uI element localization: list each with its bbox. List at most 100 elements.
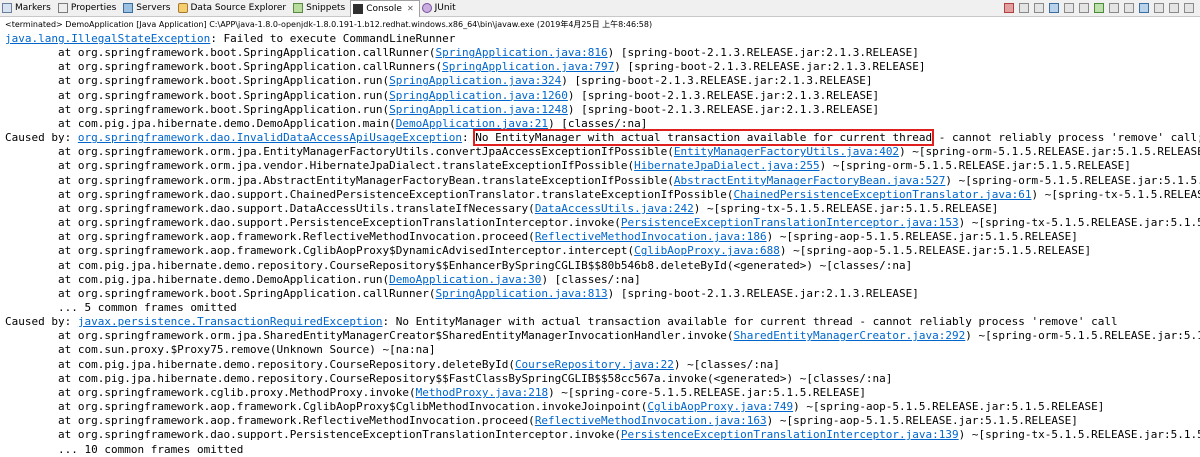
console-text: Caused by: (5, 131, 78, 145)
console-text: at org.springframework.dao.support.Persi… (5, 428, 621, 442)
show-console-on-error-icon[interactable] (1108, 3, 1119, 13)
console-text: at org.springframework.dao.support.Persi… (5, 216, 621, 230)
maximize-icon[interactable] (1183, 3, 1194, 13)
source-link[interactable]: SpringApplication.java:1260 (389, 89, 568, 102)
console-text: at org.springframework.orm.jpa.AbstractE… (5, 173, 674, 187)
console-text: ) [spring-boot-2.1.3.RELEASE.jar:2.1.3.R… (614, 60, 926, 74)
console-text: ) [spring-boot-2.1.3.RELEASE.jar:2.1.3.R… (567, 102, 880, 116)
console-line: at org.springframework.boot.SpringApplic… (0, 103, 1200, 117)
source-link[interactable]: HibernateJpaDialect.java:255 (634, 159, 819, 172)
console-line: at com.pig.jpa.hibernate.demo.DemoApplic… (0, 273, 1200, 287)
console-icon (353, 3, 364, 14)
console-text: ) ~[spring-tx-5.1.5.RELEASE.jar:5.1.5.RE… (693, 201, 999, 215)
highlighted-message: No EntityManager with actual transaction… (473, 129, 935, 147)
source-link[interactable]: ChainedPersistenceExceptionTranslator.ja… (733, 188, 1031, 201)
console-line: at org.springframework.boot.SpringApplic… (0, 46, 1200, 60)
console-line: Caused by: javax.persistence.Transaction… (0, 315, 1200, 329)
remove-launch-icon[interactable] (1018, 3, 1029, 13)
remove-all-terminated-icon[interactable] (1033, 3, 1044, 13)
source-link[interactable]: CglibAopProxy.java:688 (634, 244, 780, 257)
console-text: at org.springframework.aop.framework.Cgl… (5, 244, 635, 258)
minimize-icon[interactable] (1168, 3, 1179, 13)
console-text: at org.springframework.boot.SpringApplic… (5, 88, 390, 102)
properties-icon (57, 3, 68, 13)
console-text: ) ~[spring-orm-5.1.5.RELEASE.jar:5.1.5.R… (899, 145, 1200, 159)
console-text: ) ~[spring-aop-5.1.5.RELEASE.jar:5.1.5.R… (766, 230, 1078, 244)
data-source-explorer-icon (177, 3, 188, 13)
console-text: at com.pig.jpa.hibernate.demo.DemoApplic… (5, 272, 390, 286)
console-line: at com.pig.jpa.hibernate.demo.repository… (0, 259, 1200, 273)
source-link[interactable]: EntityManagerFactoryUtils.java:402 (674, 145, 899, 158)
source-link[interactable]: SpringApplication.java:813 (435, 287, 607, 300)
console-line: Caused by: org.springframework.dao.Inval… (0, 129, 1200, 147)
source-link[interactable]: MethodProxy.java:218 (416, 386, 548, 399)
console-text: Caused by: (5, 315, 78, 329)
tab-properties[interactable]: Properties (56, 0, 121, 16)
console-text: at org.springframework.orm.jpa.SharedEnt… (5, 329, 734, 343)
display-selected-console-icon[interactable] (1138, 3, 1149, 13)
scroll-lock-icon[interactable] (1063, 3, 1074, 13)
console-line: at com.pig.jpa.hibernate.demo.repository… (0, 358, 1200, 372)
snippets-icon (293, 3, 304, 13)
source-link[interactable]: SpringApplication.java:324 (389, 74, 561, 87)
word-wrap-icon[interactable] (1078, 3, 1089, 13)
source-link[interactable]: javax.persistence.TransactionRequiredExc… (78, 315, 383, 328)
tab-junit[interactable]: JUnit (420, 0, 461, 16)
source-link[interactable]: SpringApplication.java:816 (435, 46, 607, 59)
console-text: : No EntityManager with actual transacti… (382, 315, 1118, 329)
source-link[interactable]: DemoApplication.java:21 (396, 117, 548, 130)
source-link[interactable]: ReflectiveMethodInvocation.java:186 (535, 230, 767, 243)
tab-console[interactable]: Console ✕ (350, 0, 420, 17)
console-text: at com.pig.jpa.hibernate.demo.repository… (5, 258, 913, 272)
source-link[interactable]: SpringApplication.java:797 (442, 60, 614, 73)
console-line: at org.springframework.aop.framework.Cgl… (0, 400, 1200, 414)
source-link[interactable]: CourseRepository.java:22 (515, 358, 674, 371)
console-text: at org.springframework.dao.support.DataA… (5, 201, 535, 215)
junit-icon (421, 3, 432, 13)
clear-console-icon[interactable] (1048, 3, 1059, 13)
terminate-icon[interactable] (1003, 3, 1014, 13)
console-line: java.lang.IllegalStateException: Failed … (0, 32, 1200, 46)
tab-servers[interactable]: Servers (121, 0, 175, 16)
source-link[interactable]: ReflectiveMethodInvocation.java:163 (535, 414, 767, 427)
console-text: ) ~[spring-tx-5.1.5.RELEASE.jar:5.1.5.RE… (1031, 187, 1200, 201)
console-text: ) [classes/:na] (548, 116, 648, 130)
tab-data-source-explorer[interactable]: Data Source Explorer (176, 0, 292, 16)
source-link[interactable]: SharedEntityManagerCreator.java:292 (733, 329, 965, 342)
console-line: at com.pig.jpa.hibernate.demo.repository… (0, 372, 1200, 386)
console-line: ... 10 common frames omitted (0, 443, 1200, 457)
source-link[interactable]: java.lang.IllegalStateException (5, 32, 210, 45)
source-link[interactable]: DataAccessUtils.java:242 (535, 202, 694, 215)
show-console-on-output-icon[interactable] (1093, 3, 1104, 13)
console-text: ) ~[spring-orm-5.1.5.RELEASE.jar:5.1.5.R… (945, 173, 1200, 187)
console-text: ) [classes/:na] (541, 272, 641, 286)
console-text: at com.pig.jpa.hibernate.demo.repository… (5, 357, 515, 371)
source-link[interactable]: CglibAopProxy.java:749 (647, 400, 793, 413)
source-link[interactable]: PersistenceExceptionTranslationIntercept… (621, 428, 959, 441)
source-link[interactable]: org.springframework.dao.InvalidDataAcces… (78, 131, 462, 144)
pin-console-icon[interactable] (1123, 3, 1134, 13)
source-link[interactable]: AbstractEntityManagerFactoryBean.java:52… (674, 174, 946, 187)
markers-icon (2, 3, 12, 13)
console-text: ) ~[spring-aop-5.1.5.RELEASE.jar:5.1.5.R… (766, 414, 1078, 428)
open-console-icon[interactable] (1153, 3, 1164, 13)
console-text: ) [spring-boot-2.1.3.RELEASE.jar:2.1.3.R… (607, 46, 919, 60)
close-icon[interactable]: ✕ (407, 4, 414, 13)
tab-markers[interactable]: Markers (0, 0, 56, 16)
source-link[interactable]: SpringApplication.java:1248 (389, 103, 568, 116)
source-link[interactable]: PersistenceExceptionTranslationIntercept… (621, 216, 959, 229)
console-text: at org.springframework.boot.SpringApplic… (5, 102, 390, 116)
console-toolbar (1001, 0, 1200, 16)
console-text: at com.sun.proxy.$Proxy75.remove(Unknown… (5, 343, 436, 357)
console-text: ) [spring-boot-2.1.3.RELEASE.jar:2.1.3.R… (607, 286, 919, 300)
tab-snippets[interactable]: Snippets (291, 0, 350, 16)
console-text: ... 5 common frames omitted (5, 300, 237, 314)
console-line: at org.springframework.dao.support.DataA… (0, 202, 1200, 216)
console-text: ) [spring-boot-2.1.3.RELEASE.jar:2.1.3.R… (561, 74, 873, 88)
console-line: at org.springframework.orm.jpa.AbstractE… (0, 174, 1200, 188)
console-line: at com.sun.proxy.$Proxy75.remove(Unknown… (0, 343, 1200, 357)
console-output[interactable]: java.lang.IllegalStateException: Failed … (0, 32, 1200, 457)
console-text: at org.springframework.boot.SpringApplic… (5, 46, 436, 60)
console-text: ) ~[spring-tx-5.1.5.RELEASE.jar:5.1.5.RE… (958, 428, 1200, 442)
source-link[interactable]: DemoApplication.java:30 (389, 273, 541, 286)
